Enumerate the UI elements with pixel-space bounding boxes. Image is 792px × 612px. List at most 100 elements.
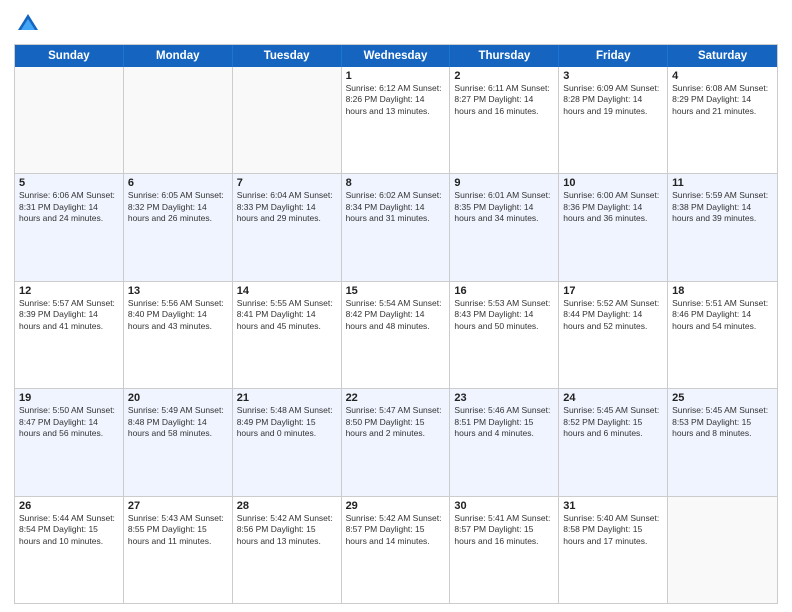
- day-info: Sunrise: 6:02 AM Sunset: 8:34 PM Dayligh…: [346, 190, 446, 224]
- day-info: Sunrise: 5:40 AM Sunset: 8:58 PM Dayligh…: [563, 513, 663, 547]
- logo-icon: [14, 10, 42, 38]
- day-10: 10Sunrise: 6:00 AM Sunset: 8:36 PM Dayli…: [559, 174, 668, 280]
- day-26: 26Sunrise: 5:44 AM Sunset: 8:54 PM Dayli…: [15, 497, 124, 603]
- day-29: 29Sunrise: 5:42 AM Sunset: 8:57 PM Dayli…: [342, 497, 451, 603]
- week-5: 26Sunrise: 5:44 AM Sunset: 8:54 PM Dayli…: [15, 497, 777, 603]
- day-13: 13Sunrise: 5:56 AM Sunset: 8:40 PM Dayli…: [124, 282, 233, 388]
- day-info: Sunrise: 6:09 AM Sunset: 8:28 PM Dayligh…: [563, 83, 663, 117]
- day-number: 26: [19, 500, 119, 512]
- day-2: 2Sunrise: 6:11 AM Sunset: 8:27 PM Daylig…: [450, 67, 559, 173]
- day-number: 18: [672, 285, 773, 297]
- header-day-friday: Friday: [559, 45, 668, 67]
- header-day-monday: Monday: [124, 45, 233, 67]
- day-info: Sunrise: 6:06 AM Sunset: 8:31 PM Dayligh…: [19, 190, 119, 224]
- day-30: 30Sunrise: 5:41 AM Sunset: 8:57 PM Dayli…: [450, 497, 559, 603]
- day-info: Sunrise: 5:53 AM Sunset: 8:43 PM Dayligh…: [454, 298, 554, 332]
- day-number: 24: [563, 392, 663, 404]
- calendar: SundayMondayTuesdayWednesdayThursdayFrid…: [14, 44, 778, 604]
- page: SundayMondayTuesdayWednesdayThursdayFrid…: [0, 0, 792, 612]
- calendar-body: 1Sunrise: 6:12 AM Sunset: 8:26 PM Daylig…: [15, 67, 777, 603]
- day-info: Sunrise: 5:41 AM Sunset: 8:57 PM Dayligh…: [454, 513, 554, 547]
- day-31: 31Sunrise: 5:40 AM Sunset: 8:58 PM Dayli…: [559, 497, 668, 603]
- day-info: Sunrise: 5:57 AM Sunset: 8:39 PM Dayligh…: [19, 298, 119, 332]
- day-info: Sunrise: 6:05 AM Sunset: 8:32 PM Dayligh…: [128, 190, 228, 224]
- day-info: Sunrise: 5:52 AM Sunset: 8:44 PM Dayligh…: [563, 298, 663, 332]
- day-23: 23Sunrise: 5:46 AM Sunset: 8:51 PM Dayli…: [450, 389, 559, 495]
- day-info: Sunrise: 5:51 AM Sunset: 8:46 PM Dayligh…: [672, 298, 773, 332]
- day-info: Sunrise: 6:01 AM Sunset: 8:35 PM Dayligh…: [454, 190, 554, 224]
- day-info: Sunrise: 5:56 AM Sunset: 8:40 PM Dayligh…: [128, 298, 228, 332]
- day-number: 10: [563, 177, 663, 189]
- day-info: Sunrise: 6:00 AM Sunset: 8:36 PM Dayligh…: [563, 190, 663, 224]
- day-15: 15Sunrise: 5:54 AM Sunset: 8:42 PM Dayli…: [342, 282, 451, 388]
- calendar-header: SundayMondayTuesdayWednesdayThursdayFrid…: [15, 45, 777, 67]
- empty-cell: [15, 67, 124, 173]
- day-number: 5: [19, 177, 119, 189]
- header-day-sunday: Sunday: [15, 45, 124, 67]
- day-20: 20Sunrise: 5:49 AM Sunset: 8:48 PM Dayli…: [124, 389, 233, 495]
- day-1: 1Sunrise: 6:12 AM Sunset: 8:26 PM Daylig…: [342, 67, 451, 173]
- day-number: 22: [346, 392, 446, 404]
- day-info: Sunrise: 5:49 AM Sunset: 8:48 PM Dayligh…: [128, 405, 228, 439]
- day-17: 17Sunrise: 5:52 AM Sunset: 8:44 PM Dayli…: [559, 282, 668, 388]
- day-12: 12Sunrise: 5:57 AM Sunset: 8:39 PM Dayli…: [15, 282, 124, 388]
- day-info: Sunrise: 5:45 AM Sunset: 8:52 PM Dayligh…: [563, 405, 663, 439]
- day-info: Sunrise: 5:55 AM Sunset: 8:41 PM Dayligh…: [237, 298, 337, 332]
- day-21: 21Sunrise: 5:48 AM Sunset: 8:49 PM Dayli…: [233, 389, 342, 495]
- day-info: Sunrise: 6:04 AM Sunset: 8:33 PM Dayligh…: [237, 190, 337, 224]
- empty-cell: [668, 497, 777, 603]
- day-number: 3: [563, 70, 663, 82]
- day-number: 23: [454, 392, 554, 404]
- day-9: 9Sunrise: 6:01 AM Sunset: 8:35 PM Daylig…: [450, 174, 559, 280]
- day-number: 12: [19, 285, 119, 297]
- day-25: 25Sunrise: 5:45 AM Sunset: 8:53 PM Dayli…: [668, 389, 777, 495]
- day-number: 15: [346, 285, 446, 297]
- day-number: 17: [563, 285, 663, 297]
- day-info: Sunrise: 6:12 AM Sunset: 8:26 PM Dayligh…: [346, 83, 446, 117]
- day-info: Sunrise: 5:46 AM Sunset: 8:51 PM Dayligh…: [454, 405, 554, 439]
- day-info: Sunrise: 5:42 AM Sunset: 8:56 PM Dayligh…: [237, 513, 337, 547]
- day-8: 8Sunrise: 6:02 AM Sunset: 8:34 PM Daylig…: [342, 174, 451, 280]
- day-info: Sunrise: 5:54 AM Sunset: 8:42 PM Dayligh…: [346, 298, 446, 332]
- header-day-tuesday: Tuesday: [233, 45, 342, 67]
- week-2: 5Sunrise: 6:06 AM Sunset: 8:31 PM Daylig…: [15, 174, 777, 281]
- day-28: 28Sunrise: 5:42 AM Sunset: 8:56 PM Dayli…: [233, 497, 342, 603]
- day-16: 16Sunrise: 5:53 AM Sunset: 8:43 PM Dayli…: [450, 282, 559, 388]
- week-3: 12Sunrise: 5:57 AM Sunset: 8:39 PM Dayli…: [15, 282, 777, 389]
- day-number: 4: [672, 70, 773, 82]
- day-info: Sunrise: 5:43 AM Sunset: 8:55 PM Dayligh…: [128, 513, 228, 547]
- header-day-thursday: Thursday: [450, 45, 559, 67]
- header: [14, 10, 778, 38]
- day-info: Sunrise: 5:59 AM Sunset: 8:38 PM Dayligh…: [672, 190, 773, 224]
- day-11: 11Sunrise: 5:59 AM Sunset: 8:38 PM Dayli…: [668, 174, 777, 280]
- day-info: Sunrise: 6:11 AM Sunset: 8:27 PM Dayligh…: [454, 83, 554, 117]
- day-number: 20: [128, 392, 228, 404]
- day-number: 30: [454, 500, 554, 512]
- day-19: 19Sunrise: 5:50 AM Sunset: 8:47 PM Dayli…: [15, 389, 124, 495]
- day-18: 18Sunrise: 5:51 AM Sunset: 8:46 PM Dayli…: [668, 282, 777, 388]
- day-27: 27Sunrise: 5:43 AM Sunset: 8:55 PM Dayli…: [124, 497, 233, 603]
- day-number: 11: [672, 177, 773, 189]
- day-number: 27: [128, 500, 228, 512]
- day-number: 29: [346, 500, 446, 512]
- day-info: Sunrise: 5:42 AM Sunset: 8:57 PM Dayligh…: [346, 513, 446, 547]
- day-14: 14Sunrise: 5:55 AM Sunset: 8:41 PM Dayli…: [233, 282, 342, 388]
- day-number: 6: [128, 177, 228, 189]
- empty-cell: [233, 67, 342, 173]
- empty-cell: [124, 67, 233, 173]
- header-day-saturday: Saturday: [668, 45, 777, 67]
- day-number: 28: [237, 500, 337, 512]
- day-5: 5Sunrise: 6:06 AM Sunset: 8:31 PM Daylig…: [15, 174, 124, 280]
- day-number: 21: [237, 392, 337, 404]
- day-number: 25: [672, 392, 773, 404]
- day-number: 19: [19, 392, 119, 404]
- day-number: 13: [128, 285, 228, 297]
- day-info: Sunrise: 5:50 AM Sunset: 8:47 PM Dayligh…: [19, 405, 119, 439]
- day-number: 8: [346, 177, 446, 189]
- day-6: 6Sunrise: 6:05 AM Sunset: 8:32 PM Daylig…: [124, 174, 233, 280]
- day-number: 9: [454, 177, 554, 189]
- day-4: 4Sunrise: 6:08 AM Sunset: 8:29 PM Daylig…: [668, 67, 777, 173]
- day-number: 2: [454, 70, 554, 82]
- day-22: 22Sunrise: 5:47 AM Sunset: 8:50 PM Dayli…: [342, 389, 451, 495]
- day-number: 31: [563, 500, 663, 512]
